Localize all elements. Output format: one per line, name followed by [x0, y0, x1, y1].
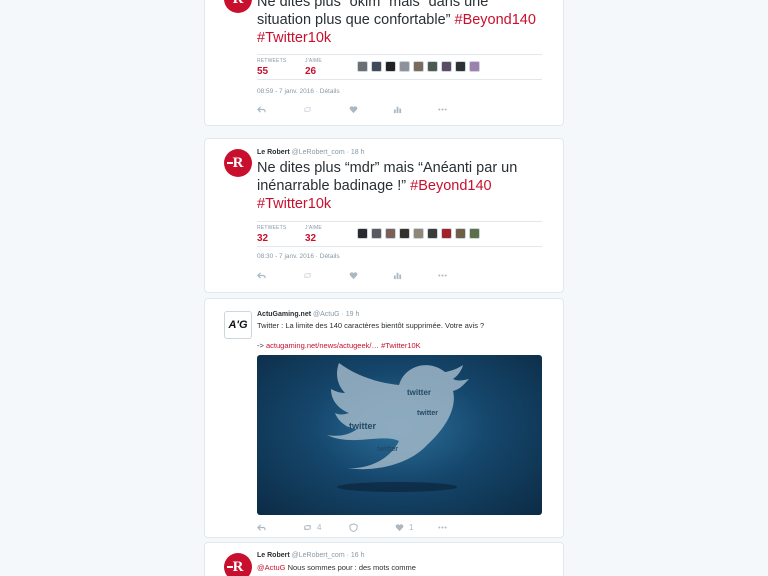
tweet-timestamp[interactable]: 08:30 - 7 janv. 2016 · Détails	[257, 253, 340, 260]
avatar[interactable]	[371, 228, 382, 239]
more-icon	[438, 108, 447, 111]
tweet-header: ActuGaming.net @ActuG · 19 h	[257, 311, 359, 318]
analytics-button[interactable]	[393, 271, 402, 280]
tweet-header: Le Robert @LeRobert_com · 16 h	[257, 552, 365, 559]
tweet-card-4[interactable]: R Le Robert @LeRobert_com · 16 h @ActuG …	[204, 542, 564, 576]
retweet-button[interactable]	[303, 105, 312, 114]
reply-icon	[257, 524, 266, 531]
tweet-stats: RETWEETS 55 J'AIME 26	[257, 54, 542, 80]
tweet-card-3[interactable]: A'G ActuGaming.net @ActuG · 19 h Twitter…	[204, 298, 564, 538]
like-stat[interactable]: J'AIME 26	[305, 58, 322, 77]
reply-button[interactable]	[257, 105, 266, 114]
avatar[interactable]	[385, 61, 396, 72]
retweet-stat[interactable]: RETWEETS 32	[257, 225, 286, 244]
author-name[interactable]: Le Robert	[257, 552, 290, 559]
actugaming-avatar[interactable]: A'G	[224, 311, 252, 339]
retweet-button[interactable]: 4	[303, 523, 321, 532]
retweet-icon	[304, 107, 311, 112]
avatar[interactable]	[455, 61, 466, 72]
hashtag-link[interactable]: #Twitter10K	[381, 341, 421, 350]
retweet-icon	[304, 273, 311, 278]
tweet-card-2[interactable]: R Le Robert @LeRobert_com · 18 h Ne dite…	[204, 138, 564, 293]
liker-avatars	[357, 228, 480, 240]
avatar[interactable]	[441, 61, 452, 72]
like-button[interactable]: 1	[395, 523, 413, 532]
avatar[interactable]	[441, 228, 452, 239]
avatar[interactable]	[399, 61, 410, 72]
tweet-timestamp[interactable]: 08:59 - 7 janv. 2016 · Détails	[257, 88, 340, 95]
liker-avatars	[357, 61, 480, 73]
avatar[interactable]	[413, 228, 424, 239]
le-robert-avatar[interactable]: R	[224, 0, 252, 13]
reply-icon	[257, 106, 266, 113]
shield-icon	[349, 523, 358, 532]
tweet-link-line: -> actugaming.net/news/actugeek/… #Twitt…	[257, 341, 421, 350]
more-button[interactable]	[438, 105, 447, 114]
hashtag-link[interactable]: #Beyond140	[410, 178, 491, 194]
author-name[interactable]: ActuGaming.net	[257, 311, 311, 318]
author-handle[interactable]: @LeRobert_com · 16 h	[292, 552, 365, 559]
retweet-button[interactable]	[303, 271, 312, 280]
author-name[interactable]: Le Robert	[257, 149, 290, 156]
retweet-icon	[304, 525, 311, 530]
svg-text:twitter: twitter	[417, 410, 438, 417]
shield-button[interactable]	[349, 523, 358, 532]
avatar[interactable]	[469, 61, 480, 72]
author-handle[interactable]: @ActuG · 19 h	[313, 311, 359, 318]
avatar[interactable]	[427, 61, 438, 72]
like-stat[interactable]: J'AIME 32	[305, 225, 322, 244]
mention-link[interactable]: @ActuG	[257, 563, 285, 572]
avatar[interactable]	[357, 61, 368, 72]
like-icon	[395, 524, 404, 532]
analytics-button[interactable]	[393, 105, 402, 114]
le-robert-avatar[interactable]: R	[224, 149, 252, 177]
reply-button[interactable]	[257, 523, 266, 532]
hashtag-link[interactable]: #Twitter10k	[257, 30, 331, 46]
author-handle[interactable]: @LeRobert_com · 18 h	[292, 149, 365, 156]
avatar[interactable]	[371, 61, 382, 72]
tweet-actions	[257, 105, 542, 117]
tweet-actions: 4 1	[257, 523, 542, 535]
twitter-bird-word-cloud: twitter twitter twitter twitter	[327, 363, 469, 492]
tweet-stats: RETWEETS 32 J'AIME 32	[257, 221, 542, 247]
avatar[interactable]	[455, 228, 466, 239]
like-count: 1	[409, 523, 414, 532]
reply-icon	[257, 272, 266, 279]
reply-button[interactable]	[257, 271, 266, 280]
tweet-text: @ActuG Nous sommes pour : des mots comme	[257, 563, 416, 572]
tweet-text: Twitter : La limite des 140 caractères b…	[257, 321, 485, 330]
svg-text:twitter: twitter	[377, 446, 398, 453]
article-link[interactable]: actugaming.net/news/actugeek/…	[266, 341, 379, 350]
tweet-text: Ne dites plus “mdr” mais “Anéanti par un…	[257, 160, 518, 212]
more-button[interactable]	[438, 523, 447, 532]
like-icon	[349, 106, 358, 114]
stats-icon	[393, 272, 402, 280]
svg-text:twitter: twitter	[407, 388, 431, 397]
avatar[interactable]	[357, 228, 368, 239]
like-icon	[349, 272, 358, 280]
avatar[interactable]	[413, 61, 424, 72]
avatar[interactable]	[427, 228, 438, 239]
tweet-actions	[257, 271, 542, 283]
like-button[interactable]	[349, 105, 358, 114]
svg-text:twitter: twitter	[349, 421, 376, 431]
retweet-stat[interactable]: RETWEETS 55	[257, 58, 286, 77]
more-icon	[438, 274, 447, 277]
more-icon	[438, 526, 447, 529]
hashtag-link[interactable]: #Beyond140	[455, 12, 536, 28]
stats-icon	[393, 106, 402, 114]
more-button[interactable]	[438, 271, 447, 280]
tweet-card-1[interactable]: R Ne dites plus “okim” mais “dans une si…	[204, 0, 564, 126]
like-button[interactable]	[349, 271, 358, 280]
tweet-media-image[interactable]: twitter twitter twitter twitter	[257, 355, 542, 515]
tweet-text: Ne dites plus “okim” mais “dans une situ…	[257, 0, 536, 46]
avatar[interactable]	[399, 228, 410, 239]
retweet-count: 4	[317, 523, 322, 532]
le-robert-avatar[interactable]: R	[224, 553, 252, 576]
avatar[interactable]	[385, 228, 396, 239]
avatar[interactable]	[469, 228, 480, 239]
tweet-header: Le Robert @LeRobert_com · 18 h	[257, 149, 365, 156]
hashtag-link[interactable]: #Twitter10k	[257, 196, 331, 212]
